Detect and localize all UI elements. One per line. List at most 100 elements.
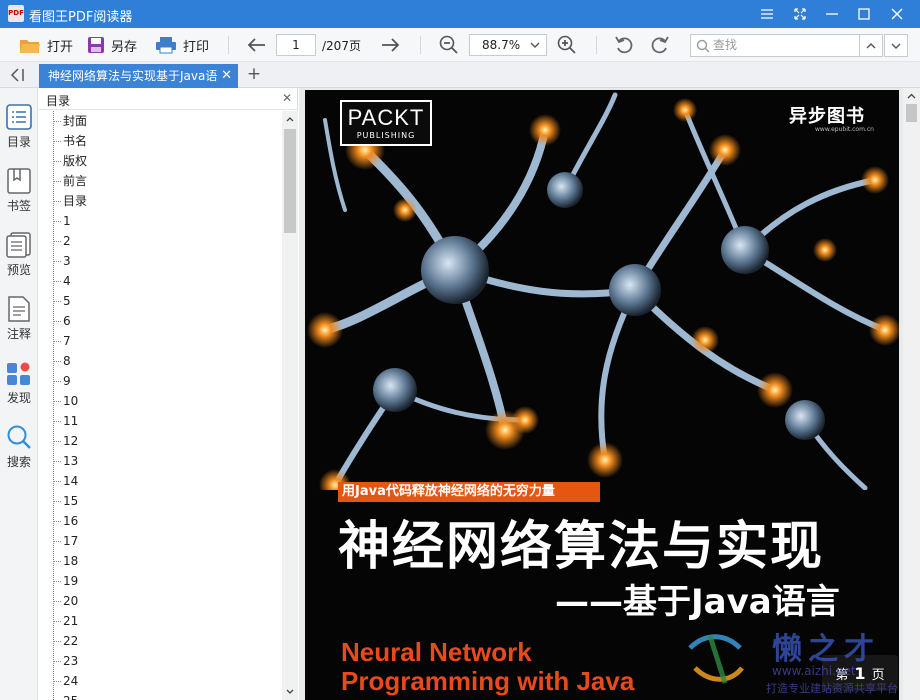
minimize-button[interactable] xyxy=(817,0,847,28)
packt-logo-subtext: PUBLISHING xyxy=(356,131,416,140)
scroll-thumb[interactable] xyxy=(284,129,296,233)
zoom-in-icon xyxy=(557,35,576,54)
toc-item[interactable]: 1 xyxy=(39,211,282,231)
watermark-url: www.aizhi.net xyxy=(772,664,856,678)
toc-item[interactable]: 15 xyxy=(39,491,282,511)
zoom-in-button[interactable] xyxy=(557,32,577,58)
zoom-out-icon xyxy=(439,35,458,54)
rotate-left-button[interactable] xyxy=(614,32,634,58)
toc-item[interactable]: 21 xyxy=(39,611,282,631)
toc-item[interactable]: 10 xyxy=(39,391,282,411)
app-title: 看图王PDF阅读器 xyxy=(29,10,133,25)
zoom-select[interactable]: 88.7% xyxy=(469,34,547,56)
cover-subtitle: ——基于Java语言 xyxy=(555,582,840,622)
toc-item[interactable]: 18 xyxy=(39,551,282,571)
rail-label: 预览 xyxy=(6,263,31,277)
search-placeholder: 查找 xyxy=(713,38,738,52)
toc-item[interactable]: 书名 xyxy=(39,131,282,151)
rail-label: 目录 xyxy=(6,135,31,149)
document-viewer[interactable]: PACKT PUBLISHING 异步图书 www.epubit.com.cn … xyxy=(299,88,920,700)
maximize-button[interactable] xyxy=(849,0,879,28)
viewer-scrollbar[interactable] xyxy=(903,88,920,700)
toc-item[interactable]: 8 xyxy=(39,351,282,371)
toc-item[interactable]: 封面 xyxy=(39,111,282,131)
close-tab-icon[interactable]: ✕ xyxy=(221,64,232,88)
list-icon xyxy=(6,104,32,130)
toc-item[interactable]: 版权 xyxy=(39,151,282,171)
left-rail: 目录 书签 预览 注释 发现 搜索 xyxy=(0,88,38,700)
arrow-left-icon xyxy=(247,38,265,52)
tab-bar: 神经网络算法与实现基于Java语 ✕ + xyxy=(0,62,920,88)
close-window-button[interactable] xyxy=(882,0,912,28)
search-prev-button[interactable] xyxy=(859,34,883,57)
toc-item[interactable]: 前言 xyxy=(39,171,282,191)
toc-item[interactable]: 5 xyxy=(39,291,282,311)
toc-panel: 目录 ✕ 封面 书名 版权 前言 目录 1 2 3 4 5 6 7 8 9 10… xyxy=(39,88,298,700)
toc-item[interactable]: 13 xyxy=(39,451,282,471)
search-input[interactable]: 查找 xyxy=(690,34,860,57)
printer-icon xyxy=(156,37,176,54)
publisher-url: www.epubit.com.cn xyxy=(815,126,874,133)
rotate-right-button[interactable] xyxy=(650,32,670,58)
print-label: 打印 xyxy=(183,39,210,55)
english-title-line: Neural Network xyxy=(341,637,532,667)
toc-item[interactable]: 25 xyxy=(39,691,282,700)
rail-item-discover[interactable]: 发现 xyxy=(0,360,38,420)
arrow-right-icon xyxy=(382,38,400,52)
zoom-out-button[interactable] xyxy=(439,32,459,58)
toc-item[interactable]: 4 xyxy=(39,271,282,291)
saveas-button[interactable]: 另存 xyxy=(87,32,137,58)
neural-network-image xyxy=(305,90,899,490)
menu-icon[interactable] xyxy=(752,0,782,28)
fullscreen-icon[interactable] xyxy=(785,0,815,28)
collapse-sidebar-button[interactable] xyxy=(8,67,28,83)
scroll-thumb[interactable] xyxy=(906,104,917,122)
rail-label: 书签 xyxy=(6,199,31,213)
toc-item[interactable]: 16 xyxy=(39,511,282,531)
tab-document[interactable]: 神经网络算法与实现基于Java语 ✕ xyxy=(39,64,238,88)
page-number-input[interactable]: 1 xyxy=(276,34,316,56)
new-tab-button[interactable]: + xyxy=(246,65,262,83)
toc-item[interactable]: 14 xyxy=(39,471,282,491)
toolbar-divider xyxy=(420,36,421,54)
search-next-button[interactable] xyxy=(884,34,908,57)
toc-title: 目录 xyxy=(46,94,71,108)
toc-item[interactable]: 19 xyxy=(39,571,282,591)
watermark-brand: 懒之才 xyxy=(772,632,880,667)
toc-scrollbar[interactable] xyxy=(282,111,298,700)
toc-item[interactable]: 20 xyxy=(39,591,282,611)
english-title-line: Programming with Java xyxy=(341,666,635,696)
toc-item[interactable]: 目录 xyxy=(39,191,282,211)
rail-item-annotations[interactable]: 注释 xyxy=(0,296,38,356)
chevron-down-icon xyxy=(891,43,901,49)
toc-item[interactable]: 6 xyxy=(39,311,282,331)
toc-item[interactable]: 22 xyxy=(39,631,282,651)
packt-logo: PACKT PUBLISHING xyxy=(340,100,432,146)
print-button[interactable]: 打印 xyxy=(155,32,209,58)
rail-item-search[interactable]: 搜索 xyxy=(0,424,38,484)
rail-item-bookmarks[interactable]: 书签 xyxy=(0,168,38,228)
chevron-up-icon xyxy=(286,117,294,122)
toc-item[interactable]: 11 xyxy=(39,411,282,431)
annotation-icon xyxy=(8,296,30,322)
open-button[interactable]: 打开 xyxy=(19,32,73,58)
toc-item[interactable]: 12 xyxy=(39,431,282,451)
toc-item[interactable]: 7 xyxy=(39,331,282,351)
watermark-logo-icon xyxy=(688,634,744,684)
prev-page-button[interactable] xyxy=(246,32,266,58)
toc-header: 目录 ✕ xyxy=(39,88,298,110)
open-label: 打开 xyxy=(47,39,74,55)
rail-item-preview[interactable]: 预览 xyxy=(0,232,38,292)
next-page-button[interactable] xyxy=(381,32,401,58)
toc-item[interactable]: 2 xyxy=(39,231,282,251)
toc-item[interactable]: 9 xyxy=(39,371,282,391)
packt-logo-text: PACKT xyxy=(347,105,425,130)
toc-item[interactable]: 24 xyxy=(39,671,282,691)
rail-item-toc[interactable]: 目录 xyxy=(0,104,38,164)
toc-item[interactable]: 23 xyxy=(39,651,282,671)
toc-item[interactable]: 17 xyxy=(39,531,282,551)
chevron-up-icon xyxy=(907,93,916,99)
toc-item[interactable]: 3 xyxy=(39,251,282,271)
toc-list: 封面 书名 版权 前言 目录 1 2 3 4 5 6 7 8 9 10 11 1… xyxy=(39,111,282,700)
close-panel-icon[interactable]: ✕ xyxy=(282,91,292,105)
